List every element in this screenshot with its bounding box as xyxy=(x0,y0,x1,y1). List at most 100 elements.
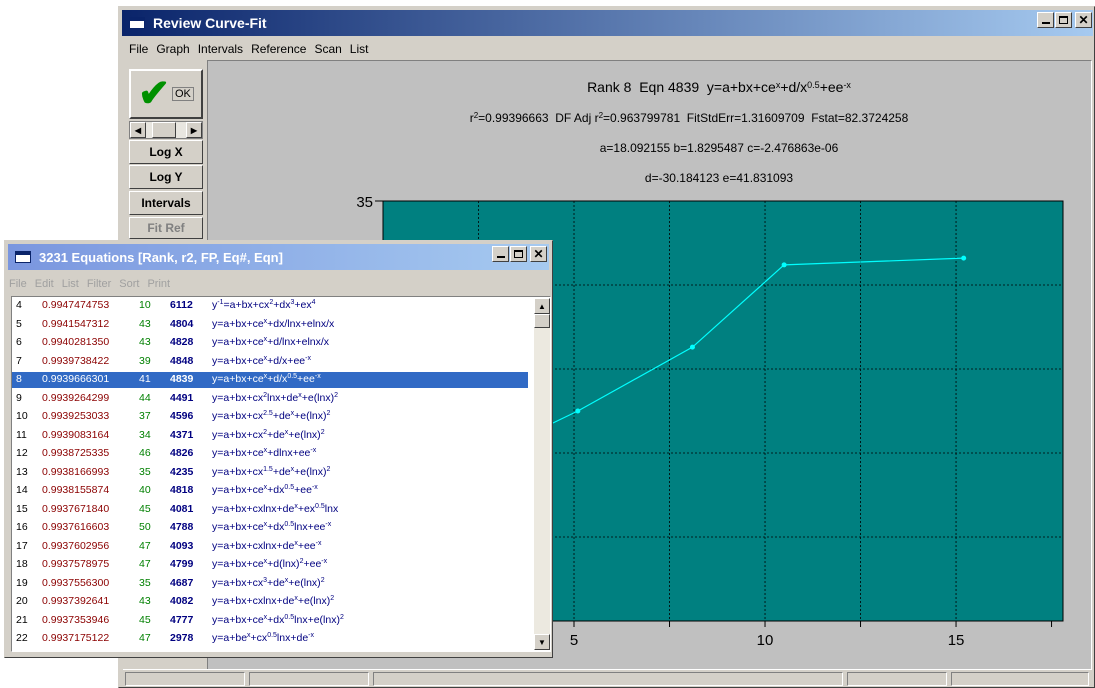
eq-titlebar[interactable]: 3231 Equations [Rank, r2, FP, Eq#, Eqn] xyxy=(8,244,549,270)
status-pane-1 xyxy=(125,672,245,686)
menu-list[interactable]: List xyxy=(346,42,373,56)
rank-cell: 5 xyxy=(16,317,22,330)
eq-number-cell: 4788 xyxy=(170,521,194,533)
fp-cell: 45 xyxy=(139,613,151,626)
main-window-title: Review Curve-Fit xyxy=(153,15,267,31)
intervals-button[interactable]: Intervals xyxy=(129,191,203,215)
equation-cell: y=a+bx+cex+dx0.5lnx+ee-x xyxy=(212,521,332,533)
eq-maximize-button[interactable] xyxy=(510,246,527,262)
eq-number-cell: 4848 xyxy=(170,354,194,367)
rank-cell: 19 xyxy=(16,576,28,589)
eq-menu-print[interactable]: Print xyxy=(143,278,174,290)
r2-cell: 0.9947474753 xyxy=(42,299,110,311)
ok-button[interactable]: ✔ OK xyxy=(129,69,203,119)
rank-cell: 9 xyxy=(16,391,22,404)
fp-cell: 41 xyxy=(139,373,151,385)
scroll-right-button[interactable]: ▶ xyxy=(186,122,202,138)
chart-params-1: a=18.092155 b=1.8295487 c=-2.476863e-06 xyxy=(599,141,839,155)
scroll-left-button[interactable]: ◀ xyxy=(130,122,146,138)
scroll-down-button[interactable]: ▼ xyxy=(534,634,550,650)
eq-close-button[interactable]: ✕ xyxy=(530,246,547,262)
ok-label: OK xyxy=(171,87,194,101)
menu-reference[interactable]: Reference xyxy=(247,42,310,56)
eq-number-cell: 4826 xyxy=(170,447,194,459)
toolbar-scrollbar[interactable]: ◀ ▶ xyxy=(129,121,203,139)
fp-cell: 47 xyxy=(139,539,151,552)
eq-menu-edit[interactable]: Edit xyxy=(31,278,58,290)
scroll-thumb[interactable] xyxy=(534,314,550,328)
equation-cell: y=a+bx+cex+dlnx+ee-x xyxy=(212,447,317,459)
rank-cell: 22 xyxy=(16,632,28,644)
list-item[interactable]: 16 0.9937616603 50 4788 y=a+bx+cex+dx0.5lnx+… xyxy=(12,520,528,536)
close-button[interactable]: ✕ xyxy=(1075,12,1092,28)
r2-cell: 0.9937556300 xyxy=(42,576,110,589)
eq-minimize-button[interactable] xyxy=(492,246,509,262)
log-y-button[interactable]: Log Y xyxy=(129,165,203,189)
rank-cell: 18 xyxy=(16,558,28,570)
list-item[interactable]: 9 0.9939264299 44 4491 y=a+bx+cx2lnx+dex+e(l… xyxy=(12,391,528,407)
eq-number-cell: 4082 xyxy=(170,595,194,607)
scroll-up-button[interactable]: ▲ xyxy=(534,298,550,314)
r2-cell: 0.9937353946 xyxy=(42,613,110,626)
list-item[interactable]: 22 0.9937175122 47 2978 y=a+bex+cx0.5lnx+de-… xyxy=(12,631,528,647)
list-item[interactable]: 11 0.9939083164 34 4371 y=a+bx+cx2+dex+e(lnx… xyxy=(12,428,528,444)
fit-ref-button[interactable]: Fit Ref xyxy=(129,217,203,239)
eq-menu-sort[interactable]: Sort xyxy=(115,278,143,290)
list-item[interactable]: 18 0.9937578975 47 4799 y=a+bx+cex+d(lnx)2+e… xyxy=(12,557,528,573)
list-item[interactable]: 10 0.9939253033 37 4596 y=a+bx+cx2.5+dex+e(l… xyxy=(12,409,528,425)
rank-cell: 17 xyxy=(16,539,28,552)
list-item[interactable]: 15 0.9937671840 45 4081 y=a+bx+cxlnx+dex+ex0… xyxy=(12,502,528,518)
menu-scan[interactable]: Scan xyxy=(310,42,345,56)
main-titlebar[interactable]: Review Curve-Fit xyxy=(122,10,1093,36)
list-item[interactable]: 4 0.9947474753 10 6112 y-1=a+bx+cx2+dx3+ex4 xyxy=(12,298,528,314)
equation-cell: y=a+bx+cex+dx/lnx+elnx/x xyxy=(212,317,335,330)
log-x-button[interactable]: Log X xyxy=(129,140,203,164)
fp-cell: 43 xyxy=(139,336,151,348)
eq-number-cell: 6112 xyxy=(170,299,193,311)
maximize-button[interactable] xyxy=(1055,12,1072,28)
list-item[interactable]: 17 0.9937602956 47 4093 y=a+bx+cxlnx+dex+ee-… xyxy=(12,539,528,555)
chart-stats: r2=0.99396663 DF Adj r2=0.963799781 FitS… xyxy=(469,111,909,125)
rank-cell: 6 xyxy=(16,336,22,348)
eq-menu-list[interactable]: List xyxy=(58,278,83,290)
list-item[interactable]: 8 0.9939666301 41 4839 y=a+bx+cex+d/x0.5+ee-… xyxy=(12,372,528,388)
eq-menu-file[interactable]: File xyxy=(5,278,31,290)
r2-cell: 0.9938155874 xyxy=(42,484,110,496)
r2-cell: 0.9937671840 xyxy=(42,502,110,515)
fp-cell: 47 xyxy=(139,632,151,644)
eq-number-cell: 4799 xyxy=(170,558,194,570)
minimize-icon xyxy=(496,256,505,258)
fp-cell: 40 xyxy=(139,484,151,496)
close-icon: ✕ xyxy=(1078,13,1089,27)
minimize-button[interactable] xyxy=(1037,12,1054,28)
rank-cell: 20 xyxy=(16,595,28,607)
status-pane-4 xyxy=(847,672,947,686)
menu-graph[interactable]: Graph xyxy=(152,42,193,56)
list-item[interactable]: 6 0.9940281350 43 4828 y=a+bx+cex+d/lnx+elnx… xyxy=(12,335,528,351)
r2-cell: 0.9938725335 xyxy=(42,447,110,459)
menu-intervals[interactable]: Intervals xyxy=(194,42,247,56)
equation-cell: y=a+bx+cxlnx+dex+e(lnx)2 xyxy=(212,595,335,607)
chart-title: Rank 8 Eqn 4839 y=a+bx+cex+d/x0.5+ee-x xyxy=(587,79,851,95)
scroll-thumb[interactable] xyxy=(152,122,176,138)
list-item[interactable]: 14 0.9938155874 40 4818 y=a+bx+cex+dx0.5+ee-… xyxy=(12,483,528,499)
list-item[interactable]: 20 0.9937392641 43 4082 y=a+bx+cxlnx+dex+e(l… xyxy=(12,594,528,610)
eq-number-cell: 4235 xyxy=(170,465,194,478)
list-item[interactable]: 13 0.9938166993 35 4235 y=a+bx+cx1.5+dex+e(l… xyxy=(12,465,528,481)
equation-cell: y=a+bx+cex+d/lnx+elnx/x xyxy=(212,336,330,348)
r2-cell: 0.9939738422 xyxy=(42,354,110,367)
menu-file[interactable]: File xyxy=(125,42,152,56)
fp-cell: 34 xyxy=(139,428,151,441)
main-menubar: File Graph Intervals Reference Scan List xyxy=(125,42,372,56)
list-item[interactable]: 12 0.9938725335 46 4826 y=a+bx+cex+dlnx+ee-x xyxy=(12,446,528,462)
eq-menu-filter[interactable]: Filter xyxy=(83,278,115,290)
minimize-icon xyxy=(1041,22,1050,24)
r2-cell: 0.9937175122 xyxy=(42,632,110,644)
eq-scrollbar[interactable]: ▲ ▼ xyxy=(534,298,550,650)
eq-number-cell: 4491 xyxy=(170,391,194,404)
list-item[interactable]: 21 0.9937353946 45 4777 y=a+bx+cex+dx0.5lnx+… xyxy=(12,613,528,629)
list-item[interactable]: 7 0.9939738422 39 4848 y=a+bx+cex+d/x+ee-x xyxy=(12,354,528,370)
rank-cell: 7 xyxy=(16,354,22,367)
list-item[interactable]: 5 0.9941547312 43 4804 y=a+bx+cex+dx/lnx+eln… xyxy=(12,317,528,333)
list-item[interactable]: 19 0.9937556300 35 4687 y=a+bx+cx3+dex+e(lnx… xyxy=(12,576,528,592)
